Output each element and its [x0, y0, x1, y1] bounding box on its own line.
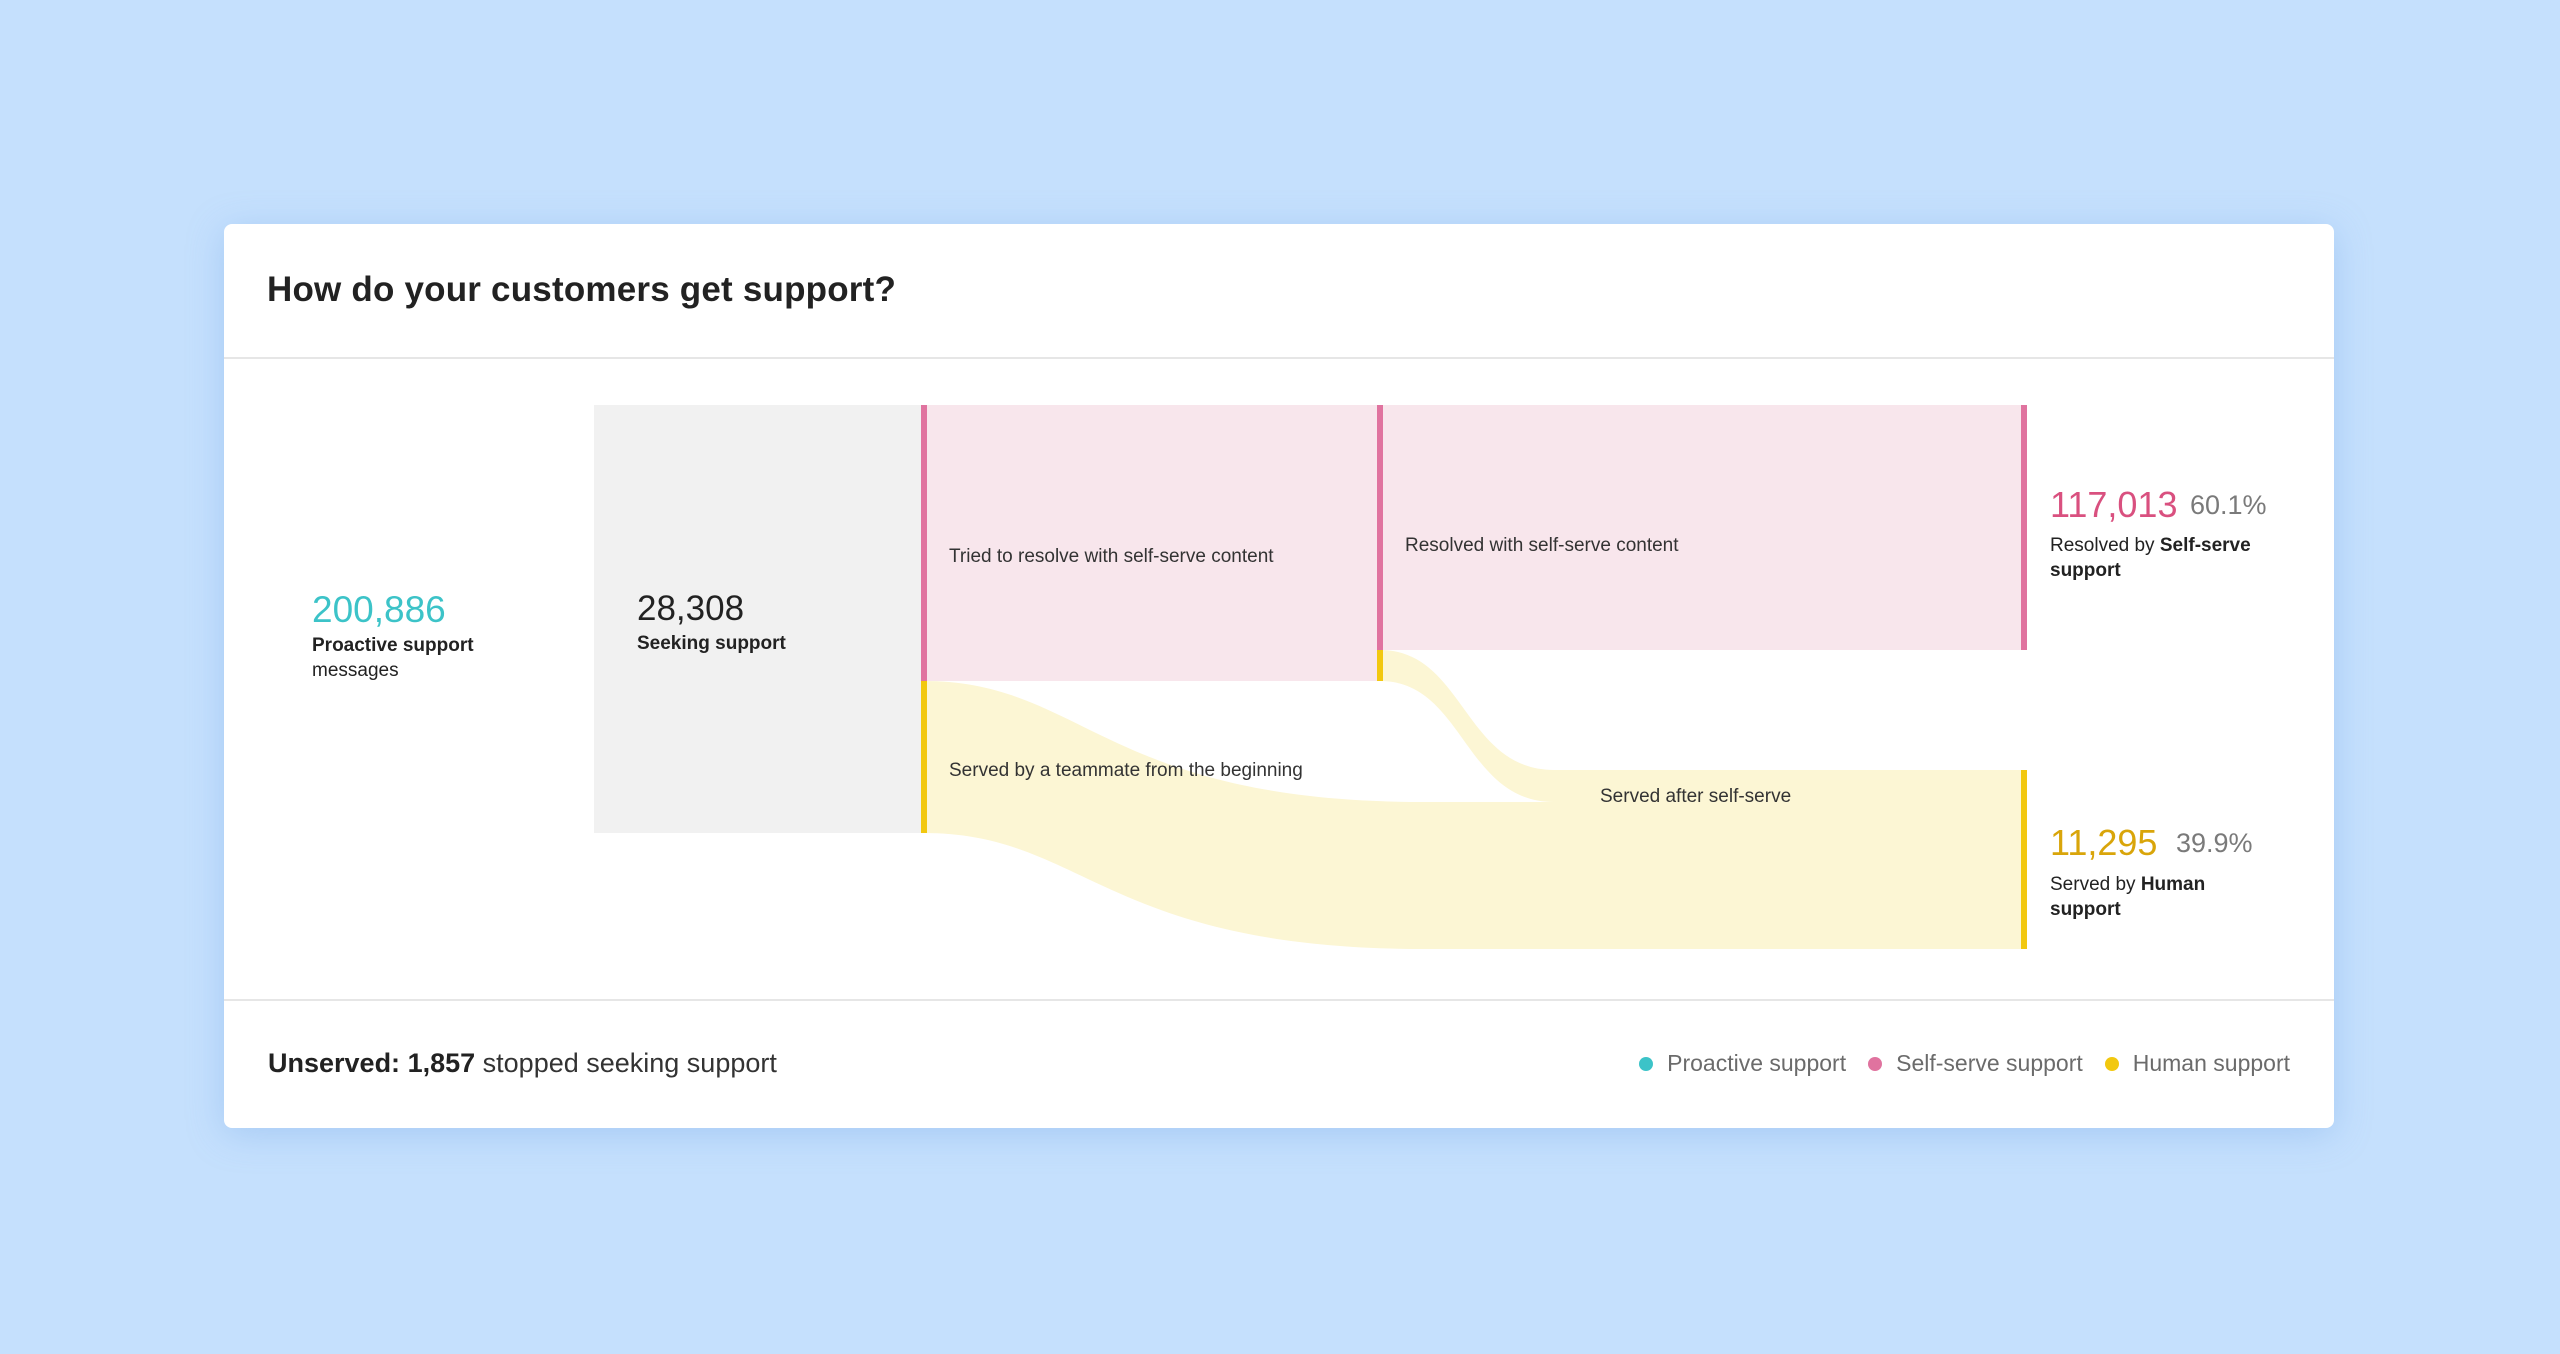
selfserve-result-label: Resolved by Self-serve support	[2050, 533, 2251, 583]
resolved-selfserve-block	[1380, 405, 2024, 650]
legend-label-selfserve: Self-serve support	[1896, 1050, 2083, 1076]
after-selfserve-bar	[1377, 650, 1383, 681]
after-selfserve-flow-band	[1380, 650, 2024, 802]
proactive-count: 200,886	[312, 589, 446, 630]
support-flow-diagram: 200,886 Proactive support messages 28,30…	[224, 359, 2334, 999]
unserved-text: stopped seeking support	[482, 1048, 777, 1078]
support-card: How do your customers get support? 200,8…	[224, 224, 2334, 1128]
proactive-label: Proactive support messages	[312, 633, 474, 683]
teammate-flow-band	[924, 681, 2024, 949]
selfserve-result-bar	[2021, 405, 2027, 650]
tried-selfserve-bar	[921, 405, 927, 681]
card-footer: Unserved: 1,857 stopped seeking support …	[224, 999, 2334, 1128]
unserved-label: Unserved:	[268, 1048, 401, 1078]
legend-item-human: Human support	[2104, 1050, 2290, 1077]
teammate-bar	[921, 681, 927, 833]
tried-selfserve-block	[924, 405, 1380, 681]
human-result-count: 11,295	[2050, 822, 2158, 863]
human-result-bold-1: Human	[2140, 874, 2206, 895]
legend-item-proactive: Proactive support	[1639, 1050, 1846, 1077]
proactive-dot-icon	[1639, 1056, 1654, 1071]
legend-item-selfserve: Self-serve support	[1868, 1050, 2083, 1077]
after-selfserve-label: Served after self-serve	[1600, 786, 1792, 807]
human-result-bold-2: support	[2050, 899, 2121, 920]
selfserve-result-prefix: Resolved by	[2050, 535, 2155, 556]
selfserve-dot-icon	[1868, 1056, 1883, 1071]
human-dot-icon	[2104, 1056, 2119, 1071]
card-title: How do your customers get support?	[267, 270, 897, 309]
selfserve-result-bold-1: Self-serve	[2159, 535, 2251, 556]
unserved-summary: Unserved: 1,857 stopped seeking support	[268, 1048, 777, 1079]
selfserve-result-count: 117,013	[2050, 484, 2178, 525]
seeking-label-bold: Seeking support	[637, 633, 786, 654]
flow-svg	[594, 405, 2027, 949]
card-header: How do your customers get support?	[224, 224, 2334, 359]
tried-selfserve-label: Tried to resolve with self-serve content	[949, 546, 1274, 567]
legend: Proactive support Self-serve support Hum…	[1639, 1050, 2290, 1077]
human-result-percent: 39.9%	[2176, 828, 2253, 858]
seeking-label: Seeking support	[637, 631, 786, 656]
teammate-beginning-label: Served by a teammate from the beginning	[949, 760, 1303, 781]
proactive-label-rest: messages	[312, 660, 399, 681]
resolved-selfserve-label: Resolved with self-serve content	[1405, 535, 1679, 556]
proactive-label-bold: Proactive support	[312, 635, 474, 656]
seeking-count: 28,308	[637, 589, 745, 628]
human-result-bar	[2021, 770, 2027, 949]
human-result-prefix: Served by	[2050, 874, 2136, 895]
legend-label-proactive: Proactive support	[1667, 1050, 1847, 1076]
unserved-value: 1,857	[407, 1048, 476, 1078]
legend-label-human: Human support	[2132, 1050, 2290, 1076]
human-result-label: Served by Human support	[2050, 872, 2205, 922]
selfserve-result-bold-2: support	[2050, 560, 2121, 581]
selfserve-result-percent: 60.1%	[2190, 490, 2267, 520]
resolved-selfserve-bar	[1377, 405, 1383, 650]
